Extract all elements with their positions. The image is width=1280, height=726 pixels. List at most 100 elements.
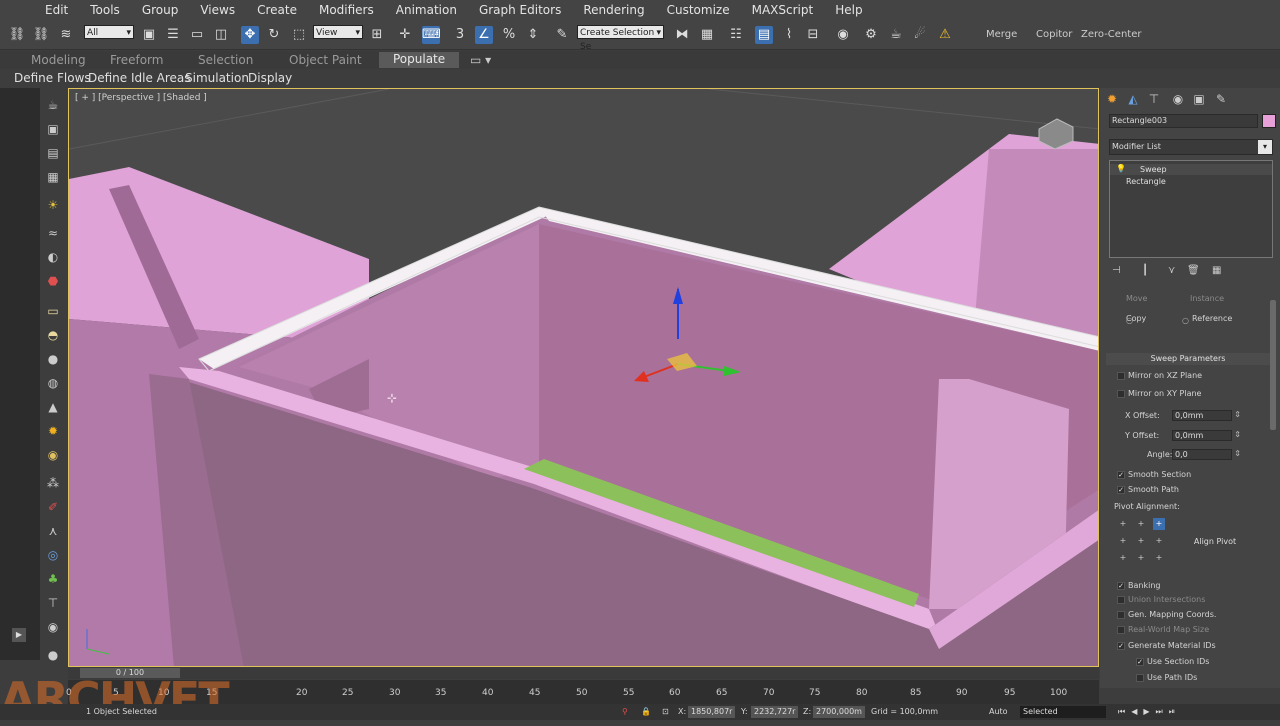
- motion-icon[interactable]: ◉: [44, 618, 62, 636]
- menu-rendering[interactable]: Rendering: [572, 3, 655, 17]
- lock-icon[interactable]: 🔒: [641, 707, 651, 716]
- tab-selection[interactable]: Selection: [198, 53, 253, 67]
- sphere-icon[interactable]: ●: [44, 350, 62, 368]
- perspective-viewport[interactable]: ⊹ [ + ] [Perspective ] [Shaded ]: [68, 88, 1099, 667]
- gen-mapping-checkbox[interactable]: [1117, 611, 1125, 619]
- box-icon[interactable]: ▣: [44, 120, 62, 138]
- schematic-view-icon[interactable]: ⊟: [804, 26, 822, 44]
- brush-icon[interactable]: ✐: [44, 498, 62, 516]
- select-scale-icon[interactable]: ⬚: [290, 26, 308, 44]
- utilities-tab-icon[interactable]: ✎: [1213, 91, 1229, 107]
- y-offset-spinner[interactable]: 0,0mm: [1172, 430, 1241, 441]
- copy-radio[interactable]: ○: [1126, 316, 1133, 325]
- define-idle-areas-button[interactable]: Define Idle Areas: [88, 71, 191, 85]
- pin-stack-icon[interactable]: ⊣: [1112, 265, 1121, 276]
- pivot-mr[interactable]: +: [1153, 535, 1165, 547]
- command-panel-scrollbar[interactable]: [1270, 300, 1276, 430]
- curve-editor-icon[interactable]: ⌇: [780, 26, 798, 44]
- pivot-point-icon[interactable]: ⊞: [368, 26, 386, 44]
- menu-customize[interactable]: Customize: [656, 3, 741, 17]
- select-by-name-icon[interactable]: ☰: [164, 26, 182, 44]
- menu-animation[interactable]: Animation: [385, 3, 468, 17]
- angle-spinner[interactable]: 0,0: [1172, 449, 1241, 460]
- mirror-xz-checkbox[interactable]: [1117, 372, 1125, 380]
- menu-views[interactable]: Views: [189, 3, 246, 17]
- hierarchy-icon[interactable]: ⊤: [44, 594, 62, 612]
- modify-tab-icon[interactable]: ◭: [1125, 91, 1141, 107]
- absolute-mode-icon[interactable]: ⊡: [662, 707, 669, 716]
- display-icon[interactable]: ●: [44, 646, 62, 664]
- named-selection-dropdown[interactable]: Create Selection Se: [577, 25, 664, 52]
- link-icon[interactable]: ⛓: [8, 26, 26, 44]
- align-pivot-button[interactable]: Align Pivot: [1186, 534, 1244, 550]
- wave-icon[interactable]: ≈: [44, 224, 62, 242]
- ribbon-options-icon[interactable]: ▭ ▾: [470, 53, 491, 67]
- reference-radio[interactable]: ○: [1182, 316, 1189, 325]
- menu-edit[interactable]: Edit: [34, 3, 79, 17]
- simulation-button[interactable]: Simulation: [185, 71, 249, 85]
- bind-space-warp-icon[interactable]: ≋: [57, 26, 75, 44]
- key-filter-dropdown[interactable]: Selected: [1020, 706, 1106, 718]
- real-world-checkbox[interactable]: [1117, 626, 1125, 634]
- stack-item-rectangle[interactable]: Rectangle: [1110, 176, 1272, 187]
- render-production-icon[interactable]: ☄: [911, 26, 929, 44]
- align-icon[interactable]: ▦: [698, 26, 716, 44]
- display-button[interactable]: Display: [248, 71, 292, 85]
- select-object-icon[interactable]: ▣: [140, 26, 158, 44]
- angle-snap-icon[interactable]: ∠: [475, 26, 493, 44]
- remove-modifier-icon[interactable]: 🗑: [1187, 265, 1200, 276]
- pivot-br[interactable]: +: [1153, 552, 1165, 564]
- pivot-mc[interactable]: +: [1135, 535, 1147, 547]
- plant-icon[interactable]: ♣: [44, 570, 62, 588]
- particles-icon[interactable]: ⁂: [44, 474, 62, 492]
- rectangular-region-icon[interactable]: ▭: [188, 26, 206, 44]
- y-coord-field[interactable]: 2232,727r: [751, 706, 799, 718]
- gen-material-ids-checkbox[interactable]: ✓: [1117, 642, 1125, 650]
- motion-tab-icon[interactable]: ◉: [1170, 91, 1186, 107]
- plane-icon[interactable]: ▤: [44, 144, 62, 162]
- pivot-tl[interactable]: +: [1117, 518, 1129, 530]
- x-coord-field[interactable]: 1850,807r: [688, 706, 736, 718]
- z-coord-field[interactable]: 2700,000m: [813, 706, 865, 718]
- merge-button[interactable]: Merge: [986, 29, 1017, 40]
- copitor-button[interactable]: Copitor: [1036, 29, 1072, 40]
- lightbulb-icon[interactable]: 💡: [1116, 164, 1126, 173]
- union-intersections-checkbox[interactable]: [1117, 596, 1125, 604]
- mirror-xy-checkbox[interactable]: [1117, 390, 1125, 398]
- rendered-frame-icon[interactable]: ☕: [887, 26, 905, 44]
- playback-controls[interactable]: ⏮◀▶⏭⏯: [1118, 707, 1181, 717]
- display-tab-icon[interactable]: ▣: [1191, 91, 1207, 107]
- light-icon[interactable]: ☀: [44, 196, 62, 214]
- material-editor-icon[interactable]: ◉: [834, 26, 852, 44]
- surface-icon[interactable]: ▭: [44, 302, 62, 320]
- show-end-result-icon[interactable]: ┃: [1142, 265, 1148, 276]
- reference-radio-label[interactable]: Reference: [1192, 314, 1232, 323]
- zero-center-button[interactable]: Zero-Center: [1081, 29, 1141, 40]
- configure-sets-icon[interactable]: ▦: [1212, 265, 1221, 276]
- tripod-icon[interactable]: ⋏: [44, 522, 62, 540]
- menu-modifiers[interactable]: Modifiers: [308, 3, 385, 17]
- menu-create[interactable]: Create: [246, 3, 308, 17]
- torus-icon[interactable]: ◍: [44, 374, 62, 392]
- warning-icon[interactable]: ⚠: [936, 26, 954, 44]
- pivot-tc[interactable]: +: [1135, 518, 1147, 530]
- globe-icon[interactable]: ◎: [44, 546, 62, 564]
- define-flows-button[interactable]: Define Flows: [14, 71, 91, 85]
- teapot-icon[interactable]: ☕: [44, 96, 62, 114]
- cylinder-icon[interactable]: ◐: [44, 248, 62, 266]
- sun-icon[interactable]: ✹: [44, 422, 62, 440]
- menu-graph-editors[interactable]: Graph Editors: [468, 3, 572, 17]
- hierarchy-tab-icon[interactable]: ⊤: [1146, 91, 1162, 107]
- edit-named-selection-icon[interactable]: ✎: [553, 26, 571, 44]
- tab-object-paint[interactable]: Object Paint: [289, 53, 362, 67]
- auto-key-button[interactable]: Auto: [989, 707, 1008, 716]
- snaps-toggle-icon[interactable]: 3: [451, 26, 469, 44]
- window-crossing-icon[interactable]: ◫: [212, 26, 230, 44]
- unlink-icon[interactable]: ⛓: [32, 26, 50, 44]
- pivot-tr[interactable]: +: [1153, 518, 1165, 530]
- layer-manager-icon[interactable]: ☷: [727, 26, 745, 44]
- spinner-snap-icon[interactable]: ⇕: [524, 26, 542, 44]
- tab-populate[interactable]: Populate: [379, 52, 460, 68]
- pivot-bc[interactable]: +: [1135, 552, 1147, 564]
- modifier-list-dropdown[interactable]: Modifier List: [1109, 139, 1273, 155]
